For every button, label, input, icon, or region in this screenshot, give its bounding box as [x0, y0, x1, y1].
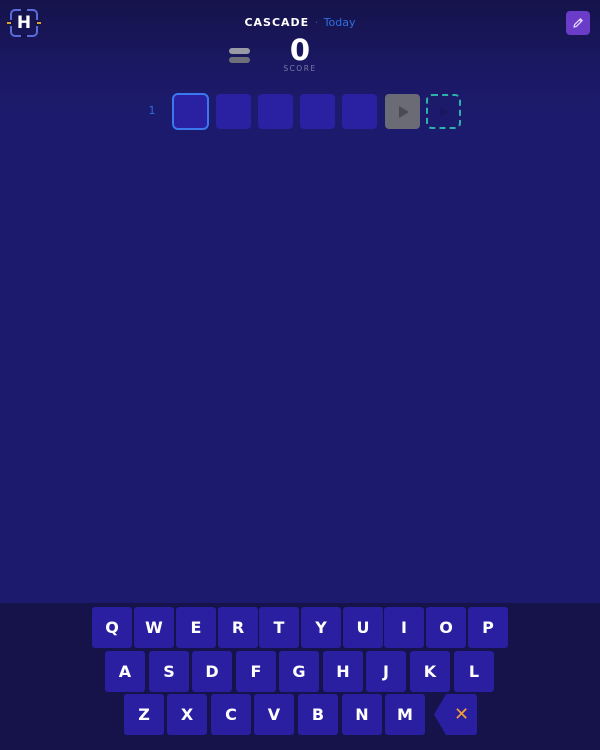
key-g[interactable]: G	[279, 651, 319, 692]
toggle-bar	[229, 57, 250, 63]
letter-tile[interactable]	[258, 94, 293, 129]
key-a[interactable]: A	[105, 651, 145, 692]
game-title: CASCADE	[244, 16, 310, 29]
play-icon	[439, 106, 449, 117]
key-f[interactable]: F	[236, 651, 276, 692]
score-label: SCORE	[283, 64, 317, 73]
date-label[interactable]: Today	[324, 16, 356, 29]
letter-tile[interactable]	[172, 93, 209, 130]
pencil-icon	[573, 18, 583, 28]
key-l[interactable]: L	[454, 651, 494, 692]
key-n[interactable]: N	[342, 694, 382, 735]
key-x[interactable]: X	[167, 694, 207, 735]
letter-tile[interactable]	[300, 94, 335, 129]
title-separator: ·	[314, 16, 319, 29]
key-y[interactable]: Y	[301, 607, 341, 648]
letter-tile[interactable]	[216, 94, 251, 129]
key-t[interactable]: T	[259, 607, 299, 648]
key-i[interactable]: I	[384, 607, 424, 648]
delete-key[interactable]: ✕	[434, 694, 477, 735]
key-k[interactable]: K	[410, 651, 450, 692]
key-z[interactable]: Z	[124, 694, 164, 735]
game-title-row: CASCADE · Today	[0, 16, 600, 30]
key-m[interactable]: M	[385, 694, 425, 735]
target-slot[interactable]	[426, 94, 461, 129]
key-j[interactable]: J	[366, 651, 406, 692]
key-d[interactable]: D	[192, 651, 232, 692]
key-c[interactable]: C	[211, 694, 251, 735]
key-q[interactable]: Q	[92, 607, 132, 648]
key-u[interactable]: U	[343, 607, 383, 648]
key-s[interactable]: S	[149, 651, 189, 692]
delete-x-mark: ✕	[453, 704, 470, 725]
letter-tile[interactable]	[342, 94, 377, 129]
row-number: 1	[148, 104, 156, 117]
key-r[interactable]: R	[218, 607, 258, 648]
key-v[interactable]: V	[254, 694, 294, 735]
key-p[interactable]: P	[468, 607, 508, 648]
toggle-bar	[229, 48, 250, 54]
play-button[interactable]	[385, 94, 420, 129]
key-e[interactable]: E	[176, 607, 216, 648]
score-value: 0	[289, 33, 311, 67]
toggle-bars-icon[interactable]	[229, 47, 250, 65]
play-icon	[398, 105, 409, 118]
edit-button[interactable]	[566, 11, 590, 35]
key-o[interactable]: O	[426, 607, 466, 648]
key-w[interactable]: W	[134, 607, 174, 648]
key-b[interactable]: B	[298, 694, 338, 735]
key-h[interactable]: H	[323, 651, 363, 692]
